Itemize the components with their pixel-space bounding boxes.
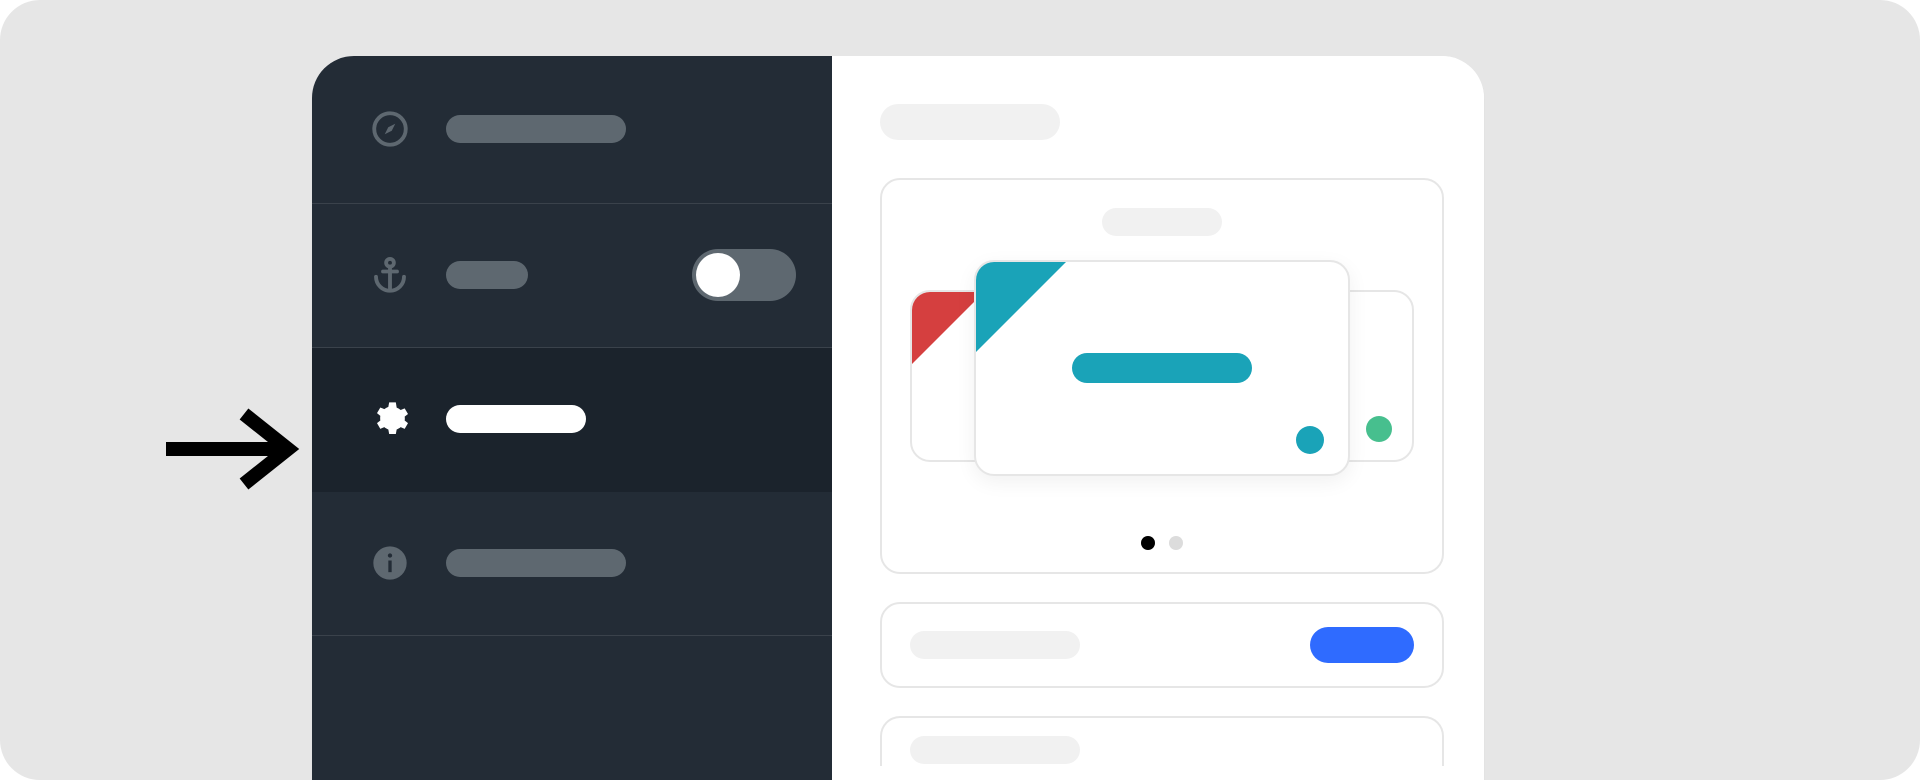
sidebar-item-explore[interactable]: explore — [312, 56, 832, 204]
settings-row[interactable] — [880, 602, 1444, 688]
pager-dot-1[interactable] — [1141, 536, 1155, 550]
compass-icon — [366, 105, 414, 153]
row-label — [910, 736, 1080, 764]
carousel-panel — [880, 178, 1444, 574]
sidebar-item-empty — [312, 636, 832, 780]
canvas: explore anchor — [0, 0, 1920, 780]
anchor-toggle[interactable] — [692, 249, 796, 301]
sidebar-item-label: anchor — [446, 261, 528, 289]
card-status-dot — [1296, 426, 1324, 454]
sidebar-item-info[interactable]: info — [312, 492, 832, 636]
carousel-title — [1102, 208, 1222, 236]
card-corner-badge — [976, 262, 1066, 352]
info-icon — [366, 539, 414, 587]
settings-row-partial[interactable] — [880, 716, 1444, 766]
card-status-dot — [1366, 416, 1392, 442]
main-content — [832, 56, 1484, 780]
sidebar-item-label: settings — [446, 405, 586, 433]
carousel-pager — [882, 536, 1442, 550]
pointer-arrow-icon — [160, 404, 300, 494]
sidebar-item-settings[interactable]: settings — [312, 348, 832, 492]
row-label — [910, 631, 1080, 659]
page-title — [880, 104, 1060, 140]
sidebar-item-anchor[interactable]: anchor — [312, 204, 832, 348]
sidebar-item-label: explore — [446, 115, 626, 143]
app-window: explore anchor — [312, 56, 1484, 780]
carousel-stage[interactable] — [882, 260, 1442, 500]
sidebar-item-label: info — [446, 549, 626, 577]
gear-icon — [366, 395, 414, 443]
anchor-icon — [366, 251, 414, 299]
card-label — [1072, 353, 1252, 383]
pager-dot-2[interactable] — [1169, 536, 1183, 550]
sidebar: explore anchor — [312, 56, 832, 780]
toggle-knob — [696, 253, 740, 297]
row-action-button[interactable] — [1310, 627, 1414, 663]
carousel-card-center[interactable] — [974, 260, 1350, 476]
